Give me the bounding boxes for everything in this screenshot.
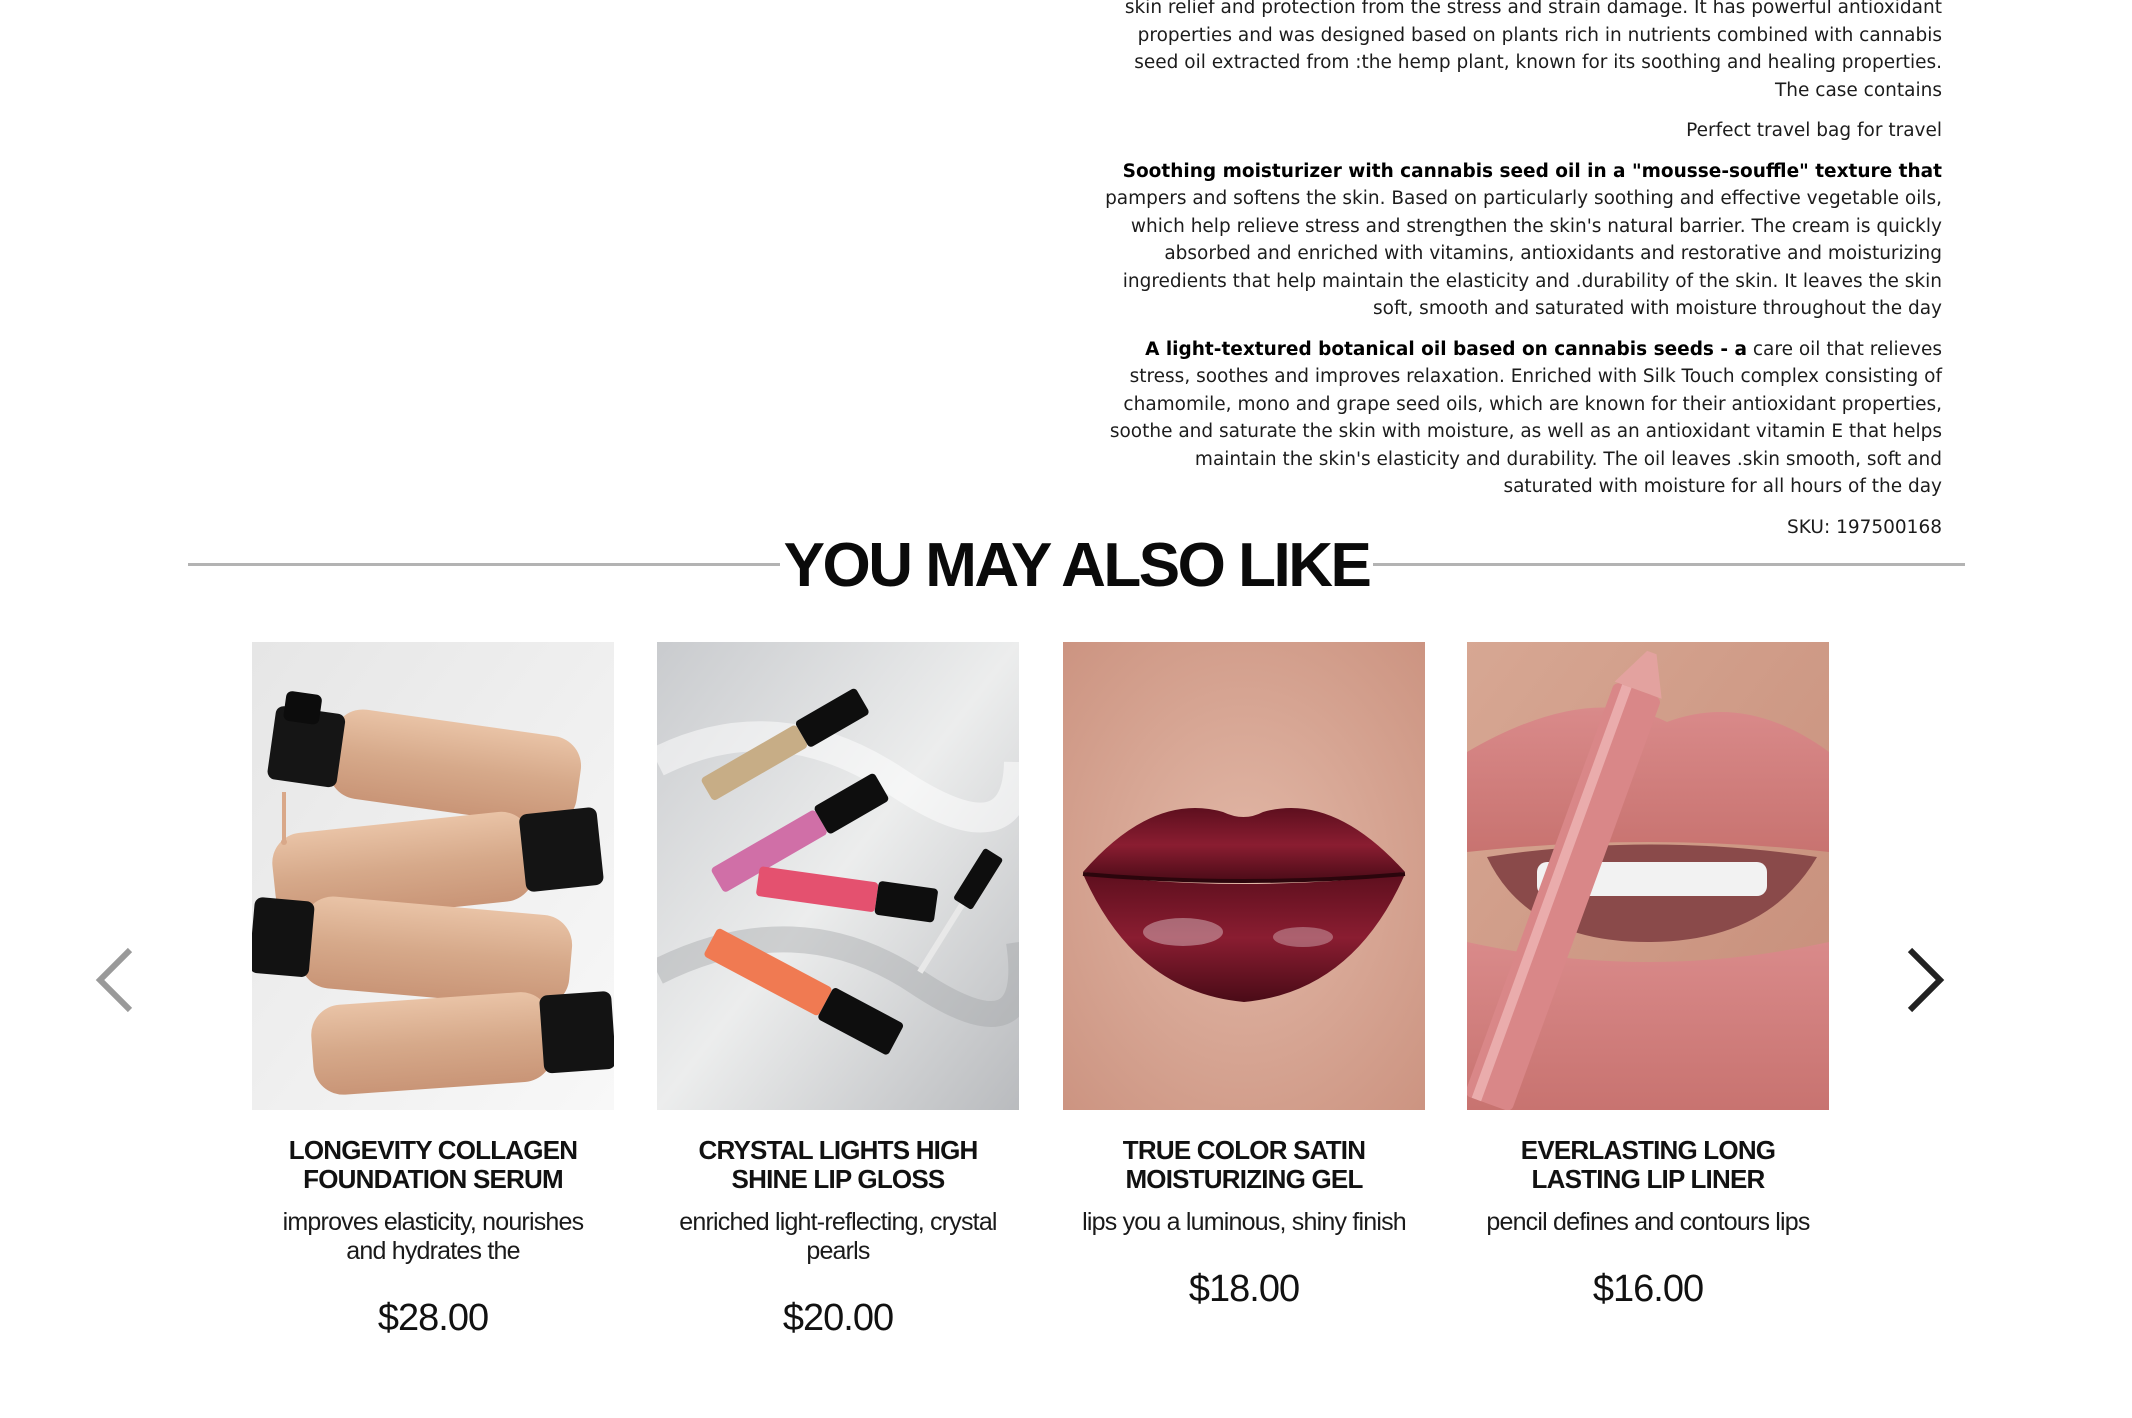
oil-heading: A light-textured botanical oil based on … xyxy=(1145,338,1747,360)
description-intro: skin relief and protection from the stre… xyxy=(1124,0,1942,101)
pink-lip-liner-image xyxy=(1467,642,1829,1110)
product-subtitle: improves elasticity, nourishes and hydra… xyxy=(282,1208,584,1265)
product-image-foundation[interactable] xyxy=(252,642,614,1110)
recommendations-title: YOU MAY ALSO LIKE xyxy=(783,531,1372,600)
product-price: $28.00 xyxy=(377,1297,489,1339)
carousel-prev-button[interactable] xyxy=(86,940,146,1020)
product-image-satin-gel[interactable] xyxy=(1063,642,1425,1110)
product-image-lip-liner[interactable] xyxy=(1467,642,1829,1110)
moisturizer-heading: Soothing moisturizer with cannabis seed … xyxy=(1122,160,1942,182)
lip-gloss-tubes-image xyxy=(657,642,1019,1110)
product-title[interactable]: LONGEVITY COLLAGEN FOUNDATION SERUM xyxy=(252,1136,614,1194)
product-subtitle: pencil defines and contours lips xyxy=(1486,1208,1810,1236)
recommendations-header: YOU MAY ALSO LIKE xyxy=(188,528,1965,604)
divider-right xyxy=(1373,563,1965,566)
description-travel-bag: Perfect travel bag for travel xyxy=(1686,120,1942,141)
chevron-left-icon xyxy=(95,947,133,1013)
product-title[interactable]: TRUE COLOR SATIN MOISTURIZING GEL xyxy=(1063,1136,1425,1194)
foundation-bottles-image xyxy=(252,642,614,1110)
description-oil: A light-textured botanical oil based on … xyxy=(1100,336,1942,501)
burgundy-lips-image xyxy=(1063,642,1425,1110)
product-page: skin relief and protection from the stre… xyxy=(0,0,2132,1418)
product-description: skin relief and protection from the stre… xyxy=(1100,0,1942,554)
chevron-right-icon xyxy=(1907,947,1945,1013)
product-card[interactable]: EVERLASTING LONG LASTING LIP LINER penci… xyxy=(1467,642,1829,1311)
moisturizer-text: pampers and softens the skin. Based on p… xyxy=(1105,188,1942,319)
product-card[interactable]: CRYSTAL LIGHTS HIGH SHINE LIP GLOSS enri… xyxy=(657,642,1019,1340)
product-price: $16.00 xyxy=(1592,1268,1704,1310)
product-card[interactable]: LONGEVITY COLLAGEN FOUNDATION SERUM impr… xyxy=(252,642,614,1340)
description-moisturizer: Soothing moisturizer with cannabis seed … xyxy=(1100,158,1942,323)
product-card[interactable]: TRUE COLOR SATIN MOISTURIZING GEL lips y… xyxy=(1063,642,1425,1311)
product-image-lip-gloss[interactable] xyxy=(657,642,1019,1110)
carousel-next-button[interactable] xyxy=(1894,940,1954,1020)
product-price: $20.00 xyxy=(782,1297,894,1339)
product-title[interactable]: CRYSTAL LIGHTS HIGH SHINE LIP GLOSS xyxy=(657,1136,1019,1194)
product-title[interactable]: EVERLASTING LONG LASTING LIP LINER xyxy=(1467,1136,1829,1194)
product-price: $18.00 xyxy=(1188,1268,1300,1310)
divider-left xyxy=(188,563,780,566)
oil-text: care oil that relieves stress, soothes a… xyxy=(1109,338,1942,498)
product-subtitle: lips you a luminous, shiny finish xyxy=(1082,1208,1407,1236)
product-subtitle: enriched light-reflecting, crystal pearl… xyxy=(679,1208,997,1265)
